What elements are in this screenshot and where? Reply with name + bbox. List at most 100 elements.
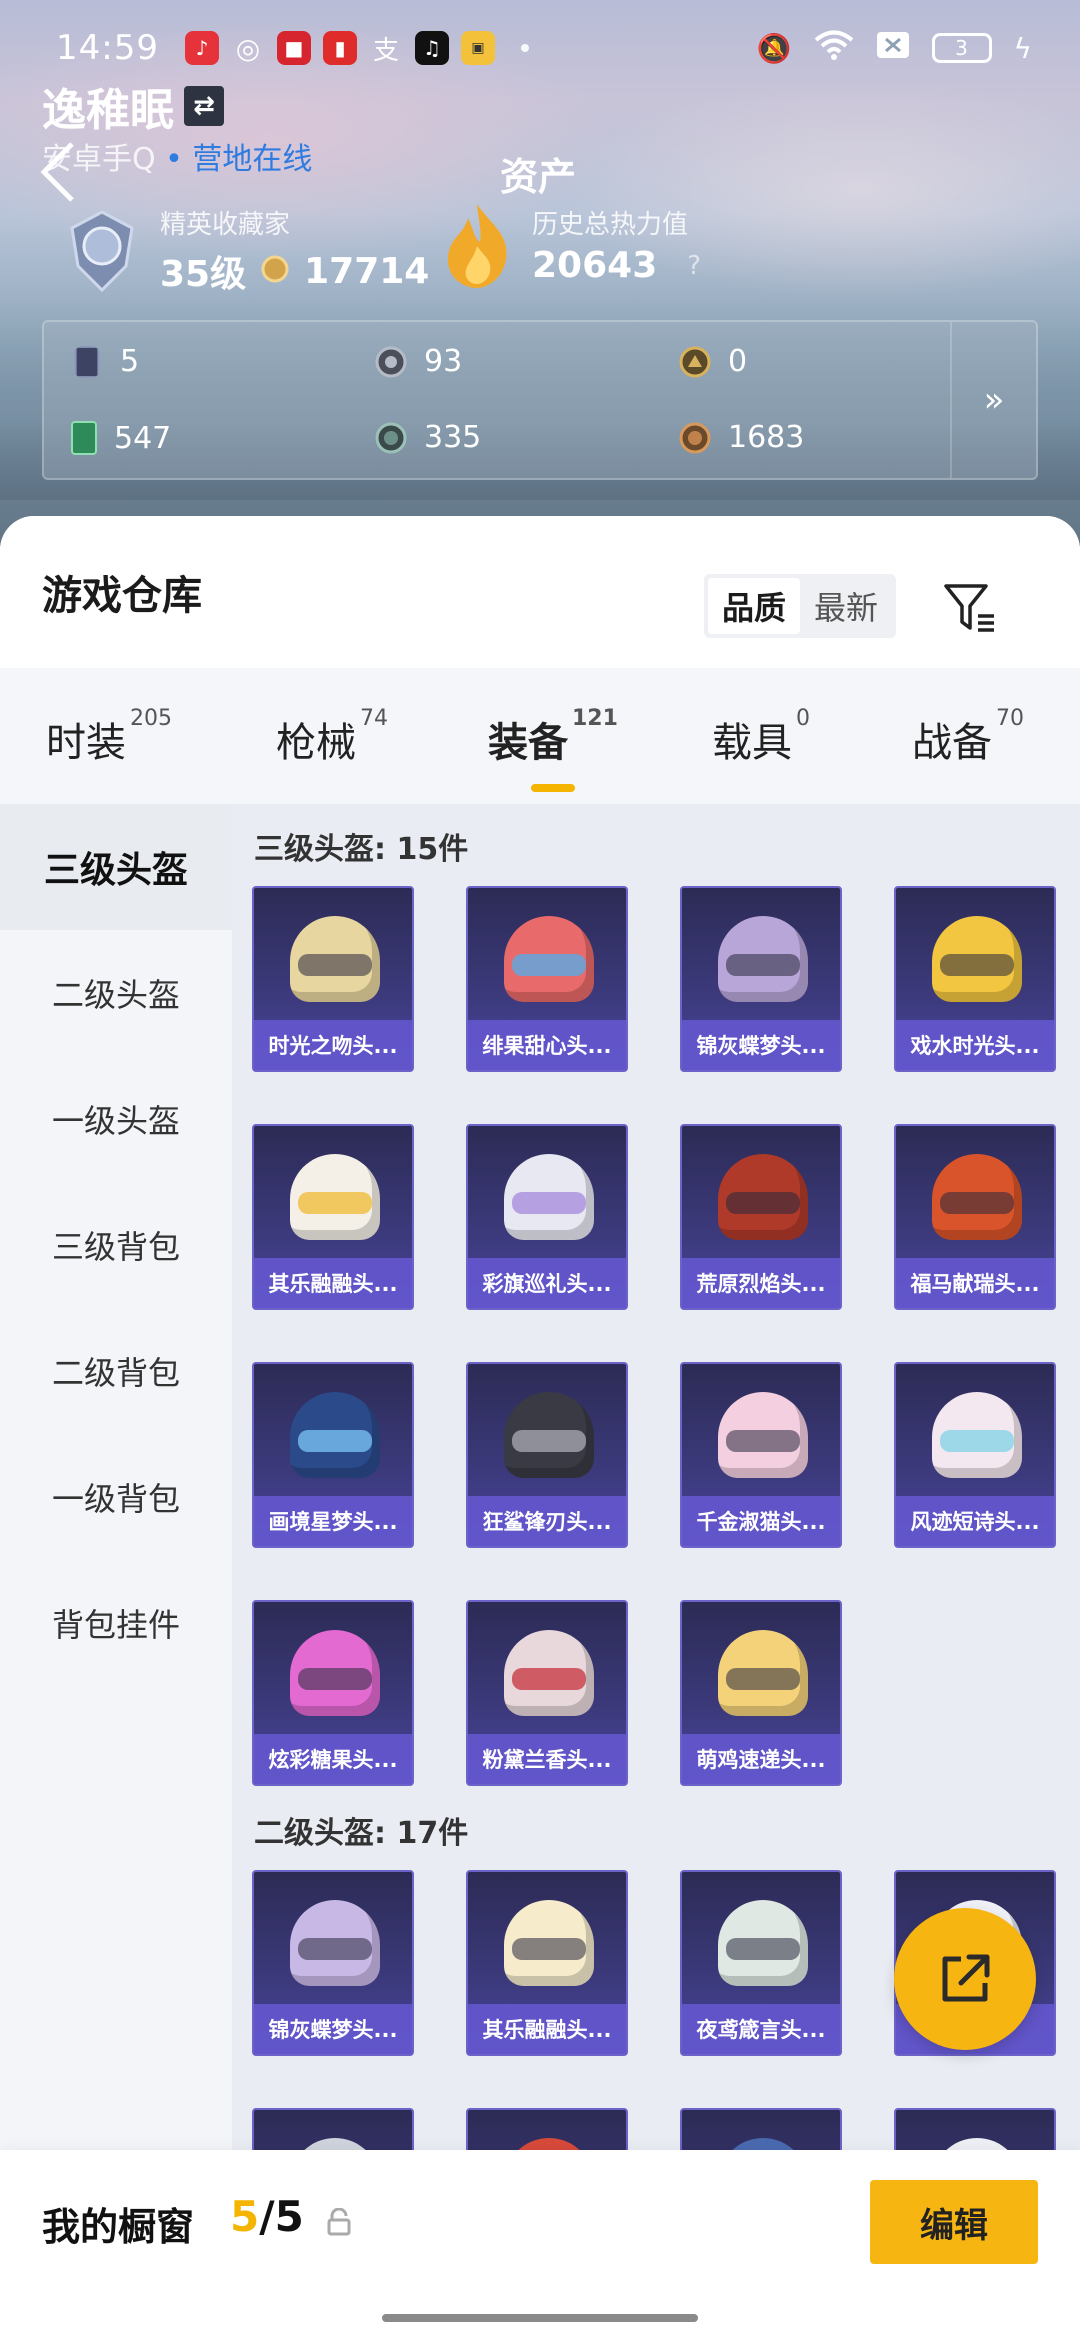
online-status: • 营地在线	[165, 142, 313, 177]
username: 逸稚眠	[42, 85, 174, 136]
item-card[interactable]: 画境星梦头...	[252, 1362, 414, 1548]
showcase-total: /5	[259, 2192, 304, 2241]
item-card[interactable]: 彩旗巡礼头...	[466, 1124, 628, 1310]
switch-account-icon[interactable]: ⇄	[184, 86, 224, 126]
stats-more-button[interactable]: »	[950, 322, 1036, 478]
stat-value: 1683	[728, 420, 805, 455]
charging-icon: ϟ	[1013, 31, 1032, 65]
sidebar-item-level1-backpack[interactable]: 一级背包	[0, 1434, 232, 1560]
tab-vehicles[interactable]: 载具0	[712, 706, 810, 768]
visor-shape	[726, 1430, 800, 1452]
item-card[interactable]: 其乐融融头...	[252, 1124, 414, 1310]
item-card[interactable]: 戏水时光头...	[894, 886, 1056, 1072]
battery-indicator: 3	[931, 33, 992, 63]
item-card[interactable]: 荒原烈焰头...	[680, 1124, 842, 1310]
heat-value: 20643	[532, 245, 658, 286]
item-card[interactable]: 千金淑猫头...	[680, 1362, 842, 1548]
item-card[interactable]: 夜鸢箴言头...	[680, 1870, 842, 2056]
sort-toggle: 品质 最新	[704, 574, 897, 638]
visor-shape	[298, 1192, 372, 1214]
heat-label: 历史总热力值	[532, 210, 689, 240]
visor-shape	[512, 1668, 586, 1690]
double-chevron-right-icon: »	[983, 380, 1005, 420]
ticket-icon	[71, 421, 97, 455]
visor-shape	[726, 1192, 800, 1214]
visor-shape	[726, 954, 800, 976]
more-notifications-dot	[520, 44, 529, 52]
tab-outfits[interactable]: 时装205	[46, 706, 172, 768]
silver-coin-icon	[375, 346, 407, 377]
item-name: 其乐融融头...	[254, 1258, 412, 1308]
item-card[interactable]: 福马献瑞头...	[894, 1124, 1056, 1310]
section-title-level2: 二级头盔: 17件	[254, 1816, 469, 1851]
sidebar-item-level2-backpack[interactable]: 二级背包	[0, 1308, 232, 1434]
item-card[interactable]: 锦灰蝶梦头...	[680, 886, 842, 1072]
heat-block[interactable]: 历史总热力值 20643 ?	[440, 200, 701, 290]
item-card[interactable]: 炫彩糖果头...	[252, 1600, 414, 1786]
coin-icon	[260, 254, 290, 288]
visor-shape	[512, 1938, 586, 1960]
flame-icon	[447, 204, 507, 288]
sort-newest[interactable]: 最新	[800, 578, 892, 634]
help-icon[interactable]: ?	[687, 251, 701, 281]
stat-gold: 0	[678, 344, 747, 379]
tab-label: 载具	[712, 720, 792, 766]
sidebar-item-level1-helmet[interactable]: 一级头盔	[0, 1056, 232, 1182]
item-card[interactable]: 粉黛兰香头...	[466, 1600, 628, 1786]
item-card[interactable]: 时光之吻头...	[252, 886, 414, 1072]
item-card[interactable]	[680, 2108, 842, 2156]
profile-subtitle: 安卓手Q • 营地在线	[42, 134, 312, 178]
rank-label: 精英收藏家	[160, 210, 291, 240]
item-name: 风迹短诗头...	[896, 1496, 1054, 1546]
edit-button[interactable]: 编辑	[870, 2180, 1038, 2264]
rank-badge-icon	[70, 209, 134, 292]
item-card[interactable]: 狂鲨锋刃头...	[466, 1362, 628, 1548]
tab-equipment[interactable]: 装备121	[488, 706, 618, 768]
item-card[interactable]: 锦灰蝶梦头...	[252, 1870, 414, 2056]
stat-value: 0	[728, 344, 748, 379]
assets-title: 资产	[500, 155, 577, 199]
platform-label: 安卓手Q	[42, 142, 156, 177]
visor-shape	[940, 1430, 1014, 1452]
alipay-icon: 支	[372, 35, 399, 66]
stat-value: 335	[424, 420, 482, 455]
showcase-bar: 我的橱窗 5/5 编辑	[0, 2150, 1080, 2340]
visor-shape	[298, 1668, 372, 1690]
item-card[interactable]	[894, 2108, 1056, 2156]
home-indicator[interactable]	[382, 2314, 698, 2322]
active-tab-indicator	[531, 784, 575, 792]
filter-button[interactable]	[940, 578, 1000, 638]
stat-gem: 335	[374, 420, 481, 455]
sidebar-item-level2-helmet[interactable]: 二级头盔	[0, 930, 232, 1056]
item-name: 锦灰蝶梦头...	[682, 1020, 840, 1070]
sidebar-item-level3-backpack[interactable]: 三级背包	[0, 1182, 232, 1308]
card-icon	[74, 345, 100, 378]
coin-count: 17714	[304, 250, 430, 292]
item-card[interactable]: 萌鸡速递头...	[680, 1600, 842, 1786]
subcategory-sidebar: 三级头盔 二级头盔 一级头盔 三级背包 二级背包 一级背包 背包挂件	[0, 804, 232, 2340]
sidebar-item-backpack-charm[interactable]: 背包挂件	[0, 1560, 232, 1686]
item-card[interactable]: 绯果甜心头...	[466, 886, 628, 1072]
lock-icon	[326, 2207, 352, 2240]
red-app-icon: ▮	[322, 31, 357, 65]
sidebar-item-level3-helmet[interactable]: 三级头盔	[0, 804, 232, 930]
rank-block[interactable]: 精英收藏家 35级 17714	[62, 204, 429, 297]
bronze-coin-icon	[679, 422, 711, 453]
item-name: 其乐融融头...	[468, 2004, 626, 2054]
item-card[interactable]	[466, 2108, 628, 2156]
tab-firearms[interactable]: 枪械74	[276, 706, 388, 768]
item-card[interactable]	[252, 2108, 414, 2156]
item-name: 画境星梦头...	[254, 1496, 412, 1546]
item-card[interactable]: 风迹短诗头...	[894, 1362, 1056, 1548]
item-name: 时光之吻头...	[254, 1020, 412, 1070]
item-name: 狂鲨锋刃头...	[468, 1496, 626, 1546]
tab-gear[interactable]: 战备70	[912, 706, 1024, 768]
share-button[interactable]	[894, 1908, 1036, 2050]
visor-shape	[726, 1938, 800, 1960]
sort-quality[interactable]: 品质	[708, 578, 801, 634]
item-card[interactable]: 其乐融融头...	[466, 1870, 628, 2056]
item-name: 彩旗巡礼头...	[468, 1258, 626, 1308]
stat-card: 5	[70, 344, 139, 379]
tab-label: 战备	[912, 720, 992, 766]
stat-bronze: 1683	[678, 420, 804, 455]
